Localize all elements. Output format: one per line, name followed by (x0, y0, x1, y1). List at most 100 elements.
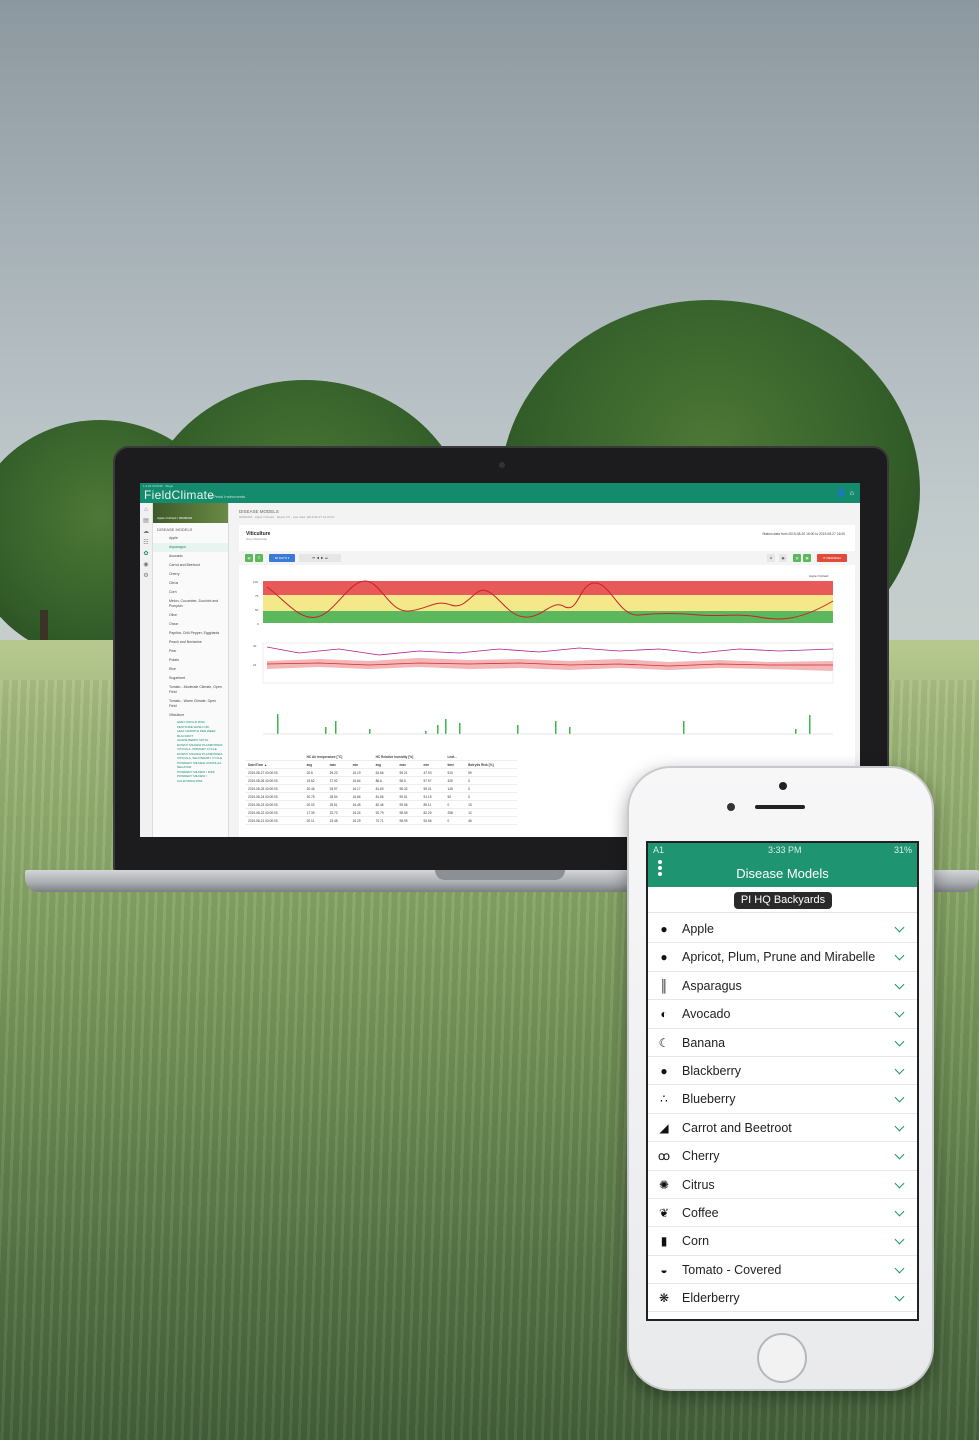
sidebar-subitem[interactable]: DOWNY MILDEW PLASMOPARA VITICOLA, SECOND… (153, 752, 228, 761)
download-icon[interactable]: ⬇ (767, 554, 775, 562)
sidebar-item[interactable]: Carrot and Beetroot (153, 561, 228, 570)
sidebar-item[interactable]: Pear (153, 647, 228, 656)
sidebar-item[interactable]: Melon, Cucumber, Zucchini and Pumpkin (153, 597, 228, 611)
list-item[interactable]: ❦ Coffee (648, 1198, 917, 1228)
sidebar-item[interactable]: Tomato - Warm Climate, Open Field (153, 697, 228, 711)
chevron-down-icon[interactable] (894, 1149, 905, 1160)
sidebar-item[interactable]: Citrus (153, 579, 228, 588)
disease-icon[interactable]: ✿ (140, 550, 152, 557)
chevron-down-icon[interactable] (894, 1092, 905, 1103)
time-navigation[interactable]: ⏮ ◀ ▶ ⏭ (299, 554, 341, 562)
sidebar-item[interactable]: Tomato - Moderate Climate, Open Field (153, 683, 228, 697)
brand-subtitle: by Pessl Instruments (208, 494, 246, 499)
chevron-down-icon[interactable] (894, 1206, 905, 1217)
chart-icon[interactable]: ☷ (140, 539, 152, 546)
grid-type-button[interactable]: ▦ (803, 554, 811, 562)
list-item-label: Citrus (682, 1177, 715, 1192)
station-selector[interactable]: PI HQ Backyards (734, 892, 832, 909)
refresh-button[interactable]: ⟳ REFRESH (817, 554, 847, 562)
chevron-down-icon[interactable] (894, 1064, 905, 1075)
list-item[interactable]: ☾ Banana (648, 1028, 917, 1057)
sidebar-item[interactable]: Asparagus (153, 543, 228, 552)
list-item[interactable]: ▮ Corn (648, 1227, 917, 1256)
sidebar-subitem[interactable]: POWDERY MILDEW / CALIFORNIA RISK (153, 774, 228, 783)
sidebar-item[interactable]: Rice (153, 665, 228, 674)
table-row: 2019-08-26 00:00:00 19.62 27.92 15.64 86.6 98… (245, 776, 517, 785)
header-user-icon[interactable]: 👤 ⌂ (837, 489, 854, 497)
sidebar-item[interactable]: Sugarbeet (153, 674, 228, 683)
table-cell: 20.11 (303, 816, 327, 825)
sidebar-item[interactable]: Viticulture (153, 711, 228, 720)
list-item[interactable]: ❋ Elderberry (648, 1284, 917, 1313)
carrot-icon: ◢ (659, 1120, 669, 1135)
list-item[interactable]: ∴ Blueberry (648, 1085, 917, 1114)
table-header-cell[interactable]: max (396, 760, 421, 769)
chevron-down-icon[interactable] (894, 1121, 905, 1132)
list-item[interactable]: ✺ Citrus (648, 1170, 917, 1199)
chart-view-button[interactable]: ▤ (245, 554, 253, 562)
list-item[interactable]: ● Apricot, Plum, Prune and Mirabelle (648, 943, 917, 972)
sensor-icon[interactable]: ◉ (140, 561, 152, 568)
sidebar-subitem[interactable]: POWDERY MILDEW UNCINULA NECATOR (153, 761, 228, 770)
table-cell: 50 (444, 792, 466, 801)
table-header-cell[interactable]: min (420, 760, 445, 769)
sidebar-item[interactable]: Olive (153, 611, 228, 620)
chevron-down-icon[interactable] (894, 1291, 905, 1302)
chart-type-button[interactable]: ▥ (793, 554, 801, 562)
table-header-cell[interactable]: avg (303, 760, 327, 769)
table-header-cell[interactable]: Date/Time ▲ (245, 760, 304, 769)
sidebar-item[interactable]: Paprika, Chili Pepper, Eggplants (153, 629, 228, 638)
table-header-cell[interactable]: max (326, 760, 350, 769)
sidebar-item[interactable]: Onion (153, 620, 228, 629)
table-cell: 89.11 (420, 800, 445, 809)
period-select[interactable]: 30 DAYS ▾ (269, 554, 295, 562)
home-button[interactable] (757, 1333, 807, 1383)
sidebar-item[interactable]: Avocado (153, 552, 228, 561)
table-cell: 86.6 (372, 776, 397, 785)
table-view-button[interactable]: ☰ (255, 554, 263, 562)
table-header-cell[interactable]: avg (372, 760, 397, 769)
sidebar-item[interactable]: Apple (153, 534, 228, 543)
status-time: 3:33 PM (768, 845, 802, 855)
sidebar-item[interactable]: Peach and Nectarine (153, 638, 228, 647)
table-header-cell[interactable]: Botrytis Risk [%] (465, 760, 517, 769)
sidebar-subitem[interactable]: DOWNY MILDEW PLASMOPARA VITICOLA, PRIMAR… (153, 743, 228, 752)
settings-gear-icon[interactable]: ⚙ (140, 572, 152, 579)
sidebar-item[interactable]: Potato (153, 656, 228, 665)
phone-speaker (755, 805, 805, 809)
chevron-down-icon[interactable] (894, 1234, 905, 1245)
chevron-down-icon[interactable] (894, 950, 905, 961)
laptop-notch (435, 870, 565, 880)
chevron-down-icon[interactable] (894, 979, 905, 990)
table-cell: 53.56 (420, 816, 445, 825)
leaf-wetness-bars (277, 714, 811, 734)
home-icon[interactable]: ⌂ (140, 507, 152, 513)
weather-icon[interactable]: ☁ (140, 528, 152, 535)
chevron-down-icon[interactable] (894, 1007, 905, 1018)
fieldclimate-logo[interactable]: FieldClimate (144, 488, 214, 502)
list-item[interactable]: ◒ Tomato - Covered (648, 1255, 917, 1285)
list-item[interactable]: ● Apple (648, 915, 917, 944)
table-header-cell[interactable]: time (444, 760, 466, 769)
sidebar-list: Apple Asparagus Avocado Carrot and Beetroot… (153, 534, 228, 783)
date-range: Station data from 2019-08-20 16:00 to 20… (762, 532, 845, 536)
sidebar-item[interactable]: Corn (153, 588, 228, 597)
list-item[interactable]: ꝏ Cherry (648, 1142, 917, 1171)
sidebar-item[interactable]: Cherry (153, 570, 228, 579)
table-header-cell[interactable]: min (349, 760, 373, 769)
table-cell: 81.69 (372, 784, 397, 793)
sidebar-title: DISEASE MODELS (157, 527, 193, 532)
calendar-icon[interactable]: ▦ (779, 554, 787, 562)
list-item-label: Cherry (682, 1149, 720, 1164)
station-banner[interactable]: Apple Orchard / 00000264 (153, 503, 228, 523)
list-item[interactable]: ◢ Carrot and Beetroot (648, 1113, 917, 1143)
list-item[interactable]: ║ Asparagus (648, 971, 917, 1001)
chevron-down-icon[interactable] (894, 1263, 905, 1274)
list-item[interactable]: ◐ Avocado (648, 1000, 917, 1029)
chevron-down-icon[interactable] (894, 1178, 905, 1188)
station-icon[interactable]: ▤ (140, 517, 152, 524)
table-row: 2019-08-23 00:00:00 20.03 25.51 16.45 82.46 9… (245, 800, 517, 809)
chevron-down-icon[interactable] (894, 1036, 905, 1047)
list-item[interactable]: ● Blackberry (648, 1056, 917, 1086)
chevron-down-icon[interactable] (894, 922, 905, 933)
